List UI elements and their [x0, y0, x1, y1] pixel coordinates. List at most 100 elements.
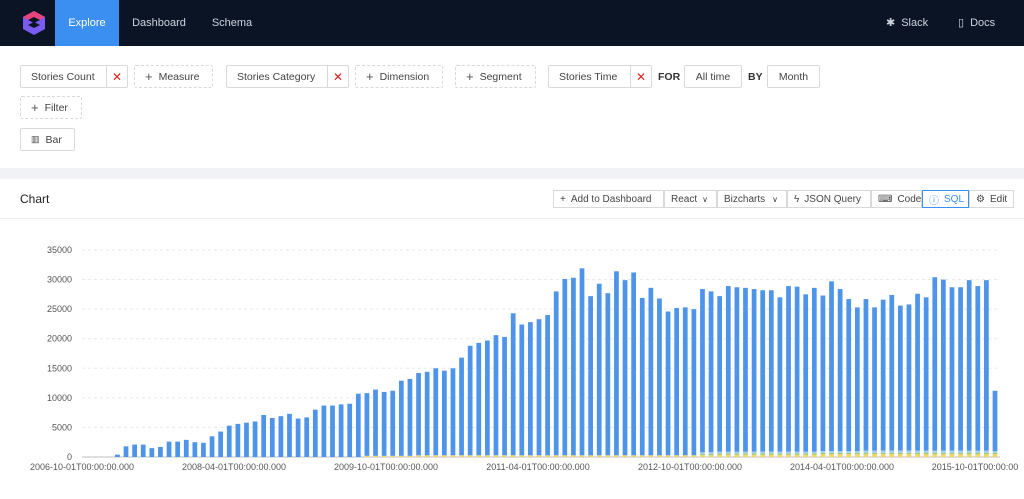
add-measure-label: Measure: [158, 70, 200, 83]
bar: [252, 421, 258, 457]
bar: [528, 455, 533, 457]
bar: [657, 455, 662, 457]
bar: [485, 340, 490, 456]
bar: [218, 431, 224, 457]
edit-label: Edit: [989, 193, 1008, 205]
thunderbolt-icon: ϟ: [794, 193, 800, 205]
bar: [854, 454, 860, 457]
x-tick-label: 2014-04-01T00:00:00.000: [790, 462, 894, 472]
measure-value: Stories Count: [31, 70, 95, 83]
cube-logo-icon[interactable]: [21, 10, 47, 36]
chart-type-select[interactable]: ▥ Bar: [20, 128, 75, 151]
remove-time-icon[interactable]: ✕: [630, 66, 651, 87]
remove-measure-icon[interactable]: ✕: [106, 66, 127, 87]
bar: [820, 451, 826, 453]
bar: [872, 454, 877, 457]
plus-icon: +: [466, 69, 474, 84]
bar: [708, 455, 714, 457]
bar: [725, 454, 731, 457]
bar: [915, 454, 920, 457]
bar: [631, 272, 637, 456]
bar: [614, 455, 619, 457]
top-navbar: Explore Dashboard Schema ✱ Slack ▯ Docs: [0, 0, 1024, 46]
bar: [373, 455, 378, 457]
bar: [786, 451, 791, 454]
bar: [923, 454, 929, 457]
bar: [708, 454, 714, 456]
bar: [760, 290, 766, 452]
bar: [605, 455, 611, 457]
bar: [941, 450, 946, 453]
bar: [115, 454, 120, 457]
add-dimension-button[interactable]: + Dimension: [355, 65, 443, 88]
time-value: Stories Time: [559, 70, 618, 83]
docs-icon: ▯: [958, 17, 965, 29]
bar: [407, 455, 413, 457]
bar: [958, 454, 963, 457]
bar: [743, 453, 748, 455]
question-circle-icon: ⓘ: [929, 195, 939, 207]
bar: [700, 289, 705, 453]
x-tick-label: 2015-10-01T00:00:00: [932, 462, 1019, 472]
slack-link[interactable]: ✱ Slack: [886, 0, 928, 46]
bar: [571, 455, 576, 457]
bar: [992, 390, 998, 452]
bar: [691, 455, 697, 457]
code-button[interactable]: ⌨ Code: [871, 190, 922, 208]
add-to-dashboard-button[interactable]: + Add to Dashboard: [553, 190, 664, 208]
bar: [932, 450, 938, 453]
bar: [708, 291, 714, 453]
library-select[interactable]: Bizcharts ∨: [717, 190, 787, 208]
bar: [915, 293, 920, 451]
remove-dimension-icon[interactable]: ✕: [327, 66, 348, 87]
bar: [717, 296, 723, 452]
bar: [820, 295, 826, 452]
bar: [459, 455, 464, 457]
bar: [398, 455, 404, 457]
code-label: Code: [897, 193, 922, 205]
nav-explore[interactable]: Explore: [55, 0, 119, 46]
bar: [949, 287, 955, 451]
bar: [880, 454, 886, 457]
bar: [244, 422, 249, 457]
bar: [975, 454, 981, 457]
json-query-button[interactable]: ϟ JSON Query: [787, 190, 871, 208]
measure-pill[interactable]: Stories Count ✕: [20, 65, 128, 88]
bar: [923, 450, 929, 453]
chevron-down-icon: ∨: [772, 194, 778, 204]
bar: [502, 336, 507, 456]
granularity-select[interactable]: Month: [767, 65, 820, 88]
bar: [381, 391, 387, 456]
nav-dashboard[interactable]: Dashboard: [125, 0, 193, 46]
bar: [751, 289, 757, 452]
bar: [932, 454, 938, 457]
bar: [837, 454, 843, 457]
bar: [708, 452, 714, 455]
sql-button[interactable]: ⓘ SQL: [922, 190, 969, 208]
time-pill[interactable]: Stories Time ✕: [548, 65, 652, 88]
bar: [639, 297, 645, 456]
docs-link[interactable]: ▯ Docs: [958, 0, 995, 46]
add-filter-button[interactable]: + Filter: [20, 96, 82, 119]
bar: [700, 454, 705, 456]
date-range-select[interactable]: All time: [684, 65, 742, 88]
add-segment-button[interactable]: + Segment: [455, 65, 536, 88]
framework-select[interactable]: React ∨: [664, 190, 717, 208]
nav-schema[interactable]: Schema: [203, 0, 261, 46]
y-tick-label: 35000: [47, 245, 72, 255]
bar: [932, 277, 938, 451]
bar: [519, 324, 525, 456]
bar: [915, 452, 920, 455]
bar: [803, 451, 809, 454]
bar: [760, 454, 766, 457]
bar: [149, 448, 155, 457]
dimension-pill[interactable]: Stories Category ✕: [226, 65, 349, 88]
edit-button[interactable]: ⚙ Edit: [969, 190, 1014, 208]
add-measure-button[interactable]: + Measure: [134, 65, 213, 88]
bar: [545, 455, 550, 457]
plus-icon: +: [31, 100, 39, 115]
bar: [743, 287, 748, 452]
bar: [768, 454, 774, 457]
bar: [476, 342, 482, 456]
plus-icon: +: [366, 69, 374, 84]
